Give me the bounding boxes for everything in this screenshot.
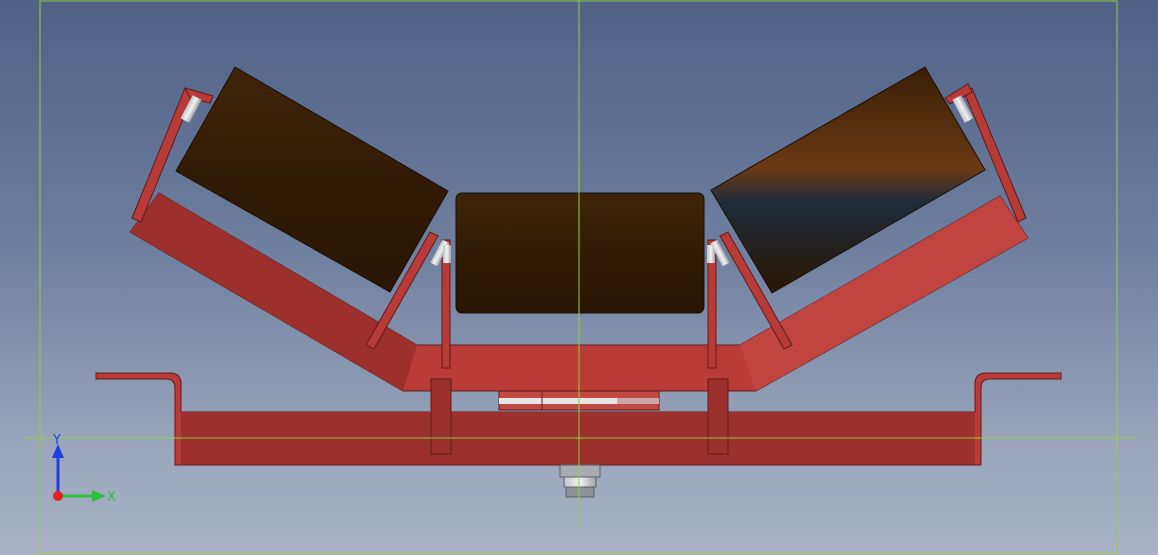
origin-marker <box>53 491 63 501</box>
y-axis-label: Y <box>52 433 61 448</box>
cad-viewport[interactable]: Y X <box>0 0 1158 555</box>
center-bolt <box>559 464 601 498</box>
axis-triad: Y X <box>52 433 116 505</box>
x-axis-arrow <box>92 490 106 502</box>
roller-center[interactable] <box>455 192 705 314</box>
model-canvas[interactable]: Y X <box>0 0 1158 555</box>
x-axis-label: X <box>107 490 116 505</box>
